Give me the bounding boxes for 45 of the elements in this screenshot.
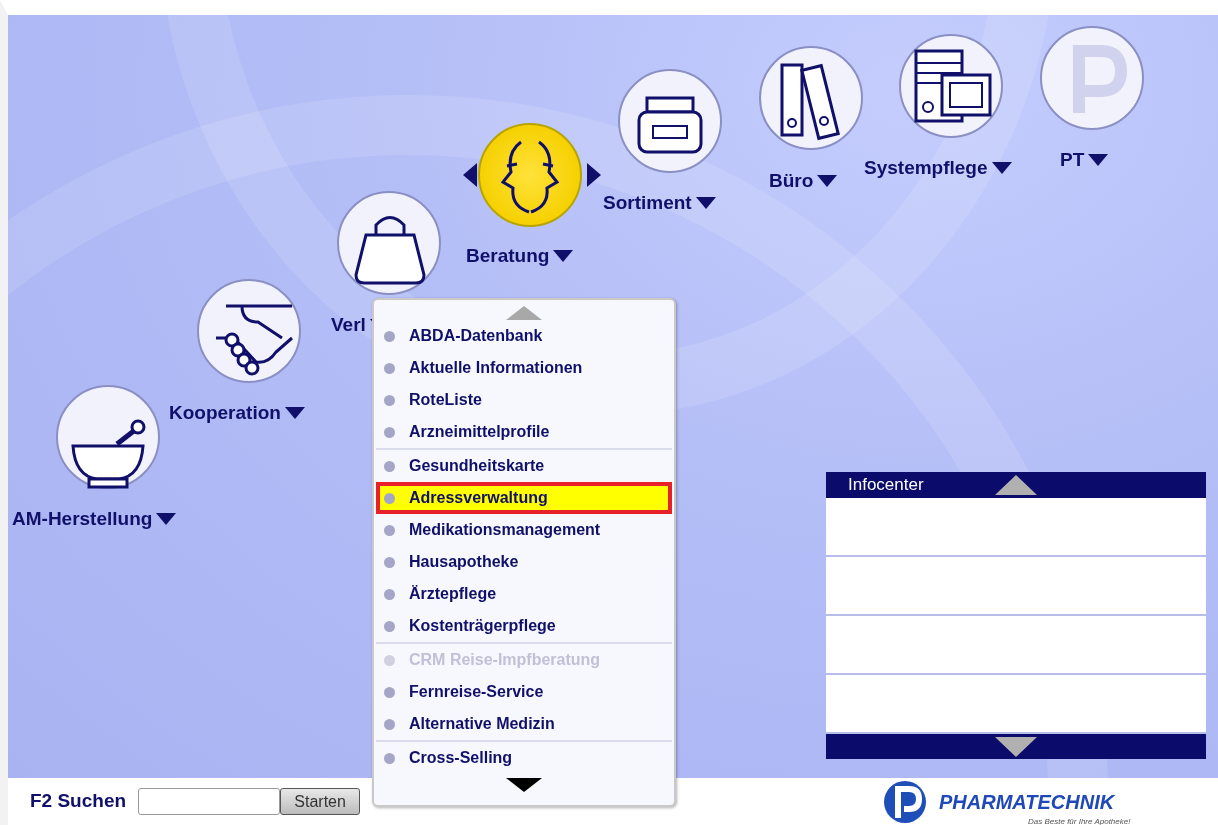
scroll-down-icon[interactable] — [995, 736, 1037, 757]
jar-icon[interactable] — [617, 68, 723, 174]
brand-tagline: Das Beste für Ihre Apotheke! — [1028, 816, 1131, 825]
module-menu-button[interactable]: Systempflege — [864, 154, 1012, 183]
caret-icon — [284, 407, 305, 420]
module-menu-button[interactable]: PT — [1060, 146, 1109, 175]
computer-icon[interactable] — [898, 33, 1004, 139]
caret-icon — [817, 175, 838, 188]
faces-icon[interactable] — [477, 122, 583, 228]
shopping-bag-icon[interactable] — [336, 190, 442, 296]
caret-icon — [991, 162, 1012, 175]
menu-item[interactable]: ABDA-Datenbank — [376, 320, 672, 352]
module-menu-button[interactable]: Sortiment — [603, 189, 716, 218]
previous-arrow-icon[interactable] — [463, 163, 477, 187]
brand-name: PHARMATECHNIK — [939, 790, 1115, 815]
menu-item[interactable]: Medikationsmanagement — [376, 514, 672, 546]
module-menu-button[interactable]: Kooperation — [169, 399, 305, 428]
caret-icon — [553, 250, 574, 263]
menu-item[interactable]: Ärztepflege — [376, 578, 672, 610]
menu-item[interactable]: Gesundheitskarte — [376, 450, 672, 482]
menu-item[interactable]: Cross-Selling — [376, 742, 672, 774]
next-arrow-icon[interactable] — [587, 163, 601, 187]
binders-icon[interactable] — [758, 45, 864, 151]
menu-item[interactable]: Aktuelle Informationen — [376, 352, 672, 384]
menu-item[interactable]: Adressverwaltung — [376, 482, 672, 514]
menu-item[interactable]: Fernreise-Service — [376, 676, 672, 708]
caret-icon — [156, 513, 177, 526]
module-menu-button[interactable]: Beratung — [466, 242, 574, 271]
handshake-icon[interactable] — [196, 278, 302, 384]
menu-item[interactable]: Hausapotheke — [376, 546, 672, 578]
menu-item[interactable]: Alternative Medizin — [376, 708, 672, 740]
caret-icon — [1088, 154, 1109, 167]
menu-item[interactable]: Kostenträgerpflege — [376, 610, 672, 642]
menu-item[interactable]: Arzneimittelprofile — [376, 416, 672, 448]
caret-icon — [695, 197, 716, 210]
p-logo-icon[interactable] — [1039, 25, 1145, 131]
panel-title: Infocenter — [848, 474, 924, 497]
search-field[interactable] — [138, 788, 281, 815]
search-label: F2 Suchen — [30, 789, 127, 814]
scroll-up-icon[interactable] — [995, 475, 1037, 495]
menu-item[interactable]: RoteListe — [376, 384, 672, 416]
module-menu-button[interactable]: Büro — [769, 167, 838, 196]
start-button[interactable]: Starten — [280, 788, 361, 815]
mortar-icon[interactable] — [55, 384, 161, 490]
module-menu-button[interactable]: AM-Herstellung — [12, 505, 177, 534]
